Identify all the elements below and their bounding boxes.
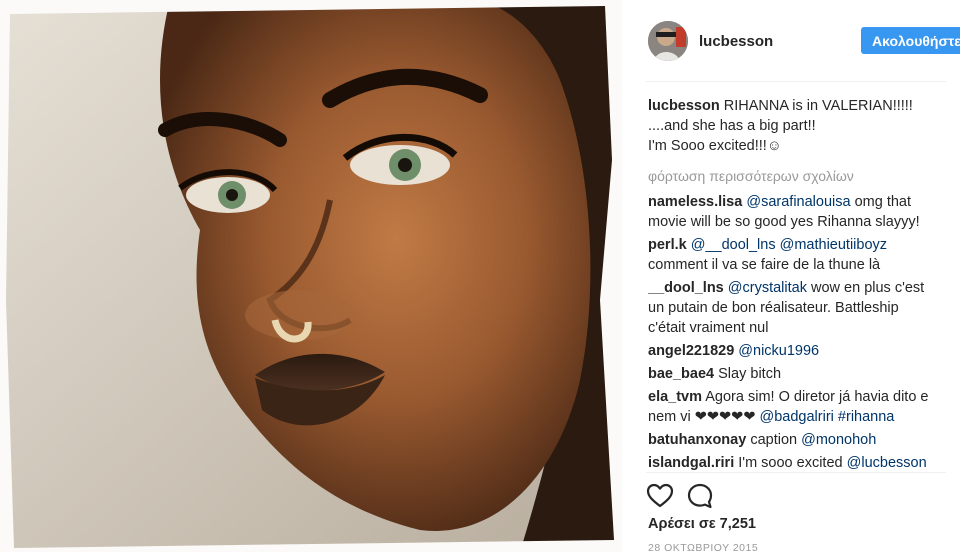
caption-line-3: I'm Sooo excited!!!☺: [648, 138, 782, 154]
post-photo[interactable]: [0, 0, 622, 552]
comment-mention[interactable]: @sarafinalouisa: [746, 194, 850, 210]
list-item: ela_tvm Agora sim! O diretor já havia di…: [648, 387, 952, 427]
comment-text-line-2: un putain de bon réalisateur. Battleship: [648, 300, 899, 316]
comment-text: wow en plus c'est: [806, 280, 925, 296]
comment-mention[interactable]: @monohoh: [801, 432, 876, 448]
comment-username[interactable]: nameless.lisa: [648, 194, 742, 210]
comment-text-line-2: movie will be so good yes Rihanna slayyy…: [648, 214, 920, 230]
likes-count[interactable]: Αρέσει σε 7,251: [648, 516, 756, 532]
load-more-comments-link[interactable]: φόρτωση περισσότερων σχολίων: [648, 166, 952, 186]
comment-mention[interactable]: @lucbesson: [847, 455, 927, 471]
comment-text: Slay bitch: [718, 366, 782, 382]
list-item: bae_bae4 Slay bitch: [648, 364, 952, 384]
comment-username[interactable]: __dool_lns: [648, 280, 724, 296]
comment-mention[interactable]: @mathieutiiboyz: [780, 237, 887, 253]
heart-icon[interactable]: [646, 482, 674, 510]
post-author-username[interactable]: lucbesson: [699, 33, 773, 50]
follow-button[interactable]: Ακολουθήστε: [861, 27, 960, 54]
post-header: lucbesson Ακολουθήστε: [648, 18, 960, 66]
comment-username[interactable]: perl.k: [648, 237, 687, 253]
comment-text: omg that: [850, 194, 912, 210]
header-divider: [646, 81, 946, 82]
comments-list[interactable]: lucbesson RIHANNA is in VALERIAN!!!!! ..…: [648, 96, 952, 472]
avatar-image: [648, 21, 688, 61]
list-item: perl.k @__dool_lns @mathieutiiboyz comme…: [648, 235, 952, 275]
comment-text-line-2: nem vi ❤❤❤❤❤: [648, 409, 760, 425]
comment-username[interactable]: islandgal.riri: [648, 455, 734, 471]
comment-text: caption: [750, 432, 802, 448]
post-details-panel: lucbesson Ακολουθήστε lucbesson RIHANNA …: [622, 0, 960, 552]
comment-hashtag[interactable]: #rihanna: [838, 409, 894, 425]
list-item: batuhanxonay caption @monohoh: [648, 430, 952, 450]
post-actions: [646, 482, 746, 510]
comment-text: I'm sooo excited: [738, 455, 847, 471]
comment-mention[interactable]: @nicku1996: [738, 343, 819, 359]
comment-text-line-2: comment il va se faire de la thune là: [648, 257, 881, 273]
post-date[interactable]: 28 ΟΚΤΩΒΡΙΟΥ 2015: [648, 542, 758, 552]
comment-username[interactable]: bae_bae4: [648, 366, 714, 382]
caption-line-2: ....and she has a big part!!: [648, 118, 816, 134]
actions-divider: [646, 472, 946, 473]
list-item: nameless.lisa @sarafinalouisa omg that m…: [648, 192, 952, 232]
comment-text: Agora sim! O diretor já havia dito e: [705, 389, 929, 405]
list-item: islandgal.riri I'm sooo excited @lucbess…: [648, 453, 952, 472]
caption-line-1: RIHANNA is in VALERIAN!!!!!: [723, 98, 913, 114]
post-caption: lucbesson RIHANNA is in VALERIAN!!!!! ..…: [648, 96, 952, 156]
list-item: __dool_lns @crystalitak wow en plus c'es…: [648, 278, 952, 338]
comment-bubble-icon[interactable]: [686, 482, 714, 510]
comment-mention[interactable]: @badgalriri: [760, 409, 834, 425]
comment-mention[interactable]: @crystalitak: [728, 280, 807, 296]
comment-username[interactable]: batuhanxonay: [648, 432, 746, 448]
portrait-image: [0, 0, 622, 552]
comment-username[interactable]: ela_tvm: [648, 389, 702, 405]
caption-username[interactable]: lucbesson: [648, 98, 720, 114]
avatar[interactable]: [648, 21, 688, 61]
comment-mention[interactable]: @__dool_lns: [691, 237, 776, 253]
list-item: angel221829 @nicku1996: [648, 341, 952, 361]
comment-text-line-3: c'était vraiment nul: [648, 320, 769, 336]
comment-username[interactable]: angel221829: [648, 343, 734, 359]
